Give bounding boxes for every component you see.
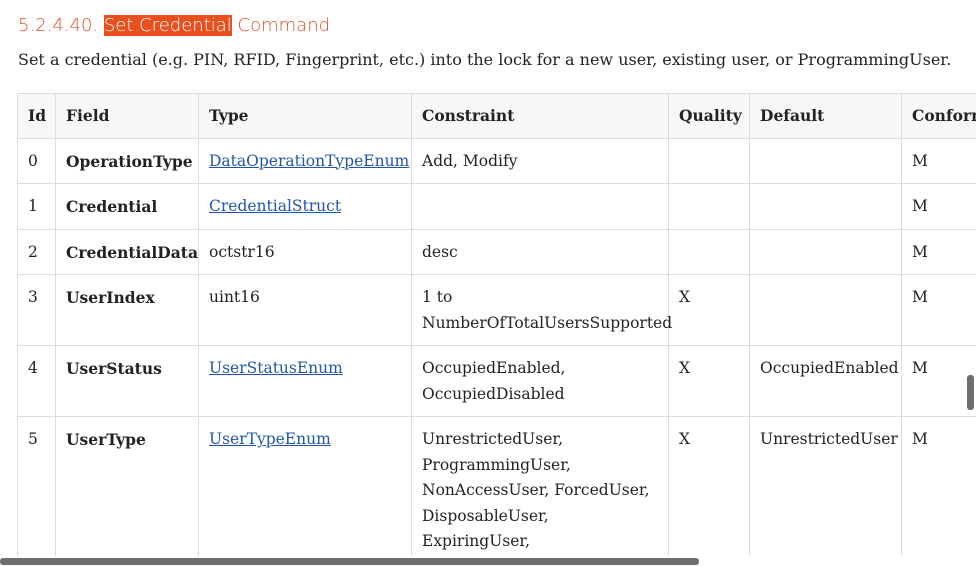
cell-id: 0 xyxy=(17,137,56,184)
type-link[interactable]: DataOperationTypeEnum xyxy=(209,152,409,170)
cell-type: octstr16 xyxy=(198,228,412,275)
section-description: Set a credential (e.g. PIN, RFID, Finger… xyxy=(18,50,952,69)
header-field: Field xyxy=(55,93,199,139)
section-heading: 5.2.4.40. Set Credential Command xyxy=(18,14,330,38)
cell-field: UserIndex xyxy=(55,274,199,346)
cell-quality xyxy=(668,183,750,230)
header-conformance: Conformance xyxy=(901,93,976,139)
cell-field: CredentialData xyxy=(55,228,199,275)
table-header-row: Id Field Type Constraint Quality Default… xyxy=(17,93,976,139)
cell-constraint: UnrestrictedUser, ProgrammingUser, NonAc… xyxy=(411,416,669,556)
cell-quality: X xyxy=(668,416,750,556)
section-title-rest: Command xyxy=(231,15,331,36)
cell-id: 2 xyxy=(17,228,56,275)
cell-quality xyxy=(668,228,750,275)
cell-conformance: M xyxy=(901,345,976,417)
header-id: Id xyxy=(17,93,56,139)
type-link[interactable]: UserTypeEnum xyxy=(209,430,331,448)
cell-constraint: desc xyxy=(411,228,669,275)
table-row: 4 UserStatus UserStatusEnum OccupiedEnab… xyxy=(17,345,976,417)
cell-constraint: OccupiedEnabled, OccupiedDisabled xyxy=(411,345,669,417)
cell-default xyxy=(749,274,902,346)
section-number: 5.2.4.40. xyxy=(18,15,104,36)
cell-conformance: M xyxy=(901,228,976,275)
header-constraint: Constraint xyxy=(411,93,669,139)
fields-table: Id Field Type Constraint Quality Default… xyxy=(17,93,976,556)
horizontal-scrollbar-thumb[interactable] xyxy=(0,558,699,565)
table-row: 5 UserType UserTypeEnum UnrestrictedUser… xyxy=(17,416,976,556)
cell-conformance: M xyxy=(901,274,976,346)
type-link[interactable]: UserStatusEnum xyxy=(209,359,343,377)
cell-id: 3 xyxy=(17,274,56,346)
cell-type: uint16 xyxy=(198,274,412,346)
cell-field: Credential xyxy=(55,183,199,230)
table-row: 1 Credential CredentialStruct M xyxy=(17,183,976,230)
header-type: Type xyxy=(198,93,412,139)
cell-quality xyxy=(668,137,750,184)
table-row: 0 OperationType DataOperationTypeEnum Ad… xyxy=(17,137,976,184)
cell-field: UserType xyxy=(55,416,199,556)
cell-constraint: 1 to NumberOfTotalUsersSupported xyxy=(411,274,672,346)
cell-default xyxy=(749,137,902,184)
cell-id: 5 xyxy=(17,416,56,556)
table-row: 2 CredentialData octstr16 desc M xyxy=(17,228,976,275)
cell-default: UnrestrictedUser xyxy=(749,416,902,556)
cell-field: OperationType xyxy=(55,137,199,184)
cell-id: 1 xyxy=(17,183,56,230)
header-default: Default xyxy=(749,93,902,139)
cell-id: 4 xyxy=(17,345,56,417)
cell-conformance: M xyxy=(901,137,976,184)
cell-field: UserStatus xyxy=(55,345,199,417)
cell-quality: X xyxy=(668,274,750,346)
cell-default: OccupiedEnabled xyxy=(749,345,902,417)
fields-table-container[interactable]: Id Field Type Constraint Quality Default… xyxy=(17,93,976,556)
cell-default xyxy=(749,228,902,275)
cell-constraint: Add, Modify xyxy=(411,137,669,184)
cell-conformance: M xyxy=(901,416,976,556)
type-link[interactable]: CredentialStruct xyxy=(209,197,341,215)
vertical-scrollbar-thumb[interactable] xyxy=(967,375,974,410)
cell-default xyxy=(749,183,902,230)
cell-constraint xyxy=(411,183,669,230)
cell-conformance: M xyxy=(901,183,976,230)
search-highlight: Set Credential xyxy=(103,15,232,36)
cell-quality: X xyxy=(668,345,750,417)
table-row: 3 UserIndex uint16 1 to NumberOfTotalUse… xyxy=(17,274,976,346)
header-quality: Quality xyxy=(668,93,750,139)
